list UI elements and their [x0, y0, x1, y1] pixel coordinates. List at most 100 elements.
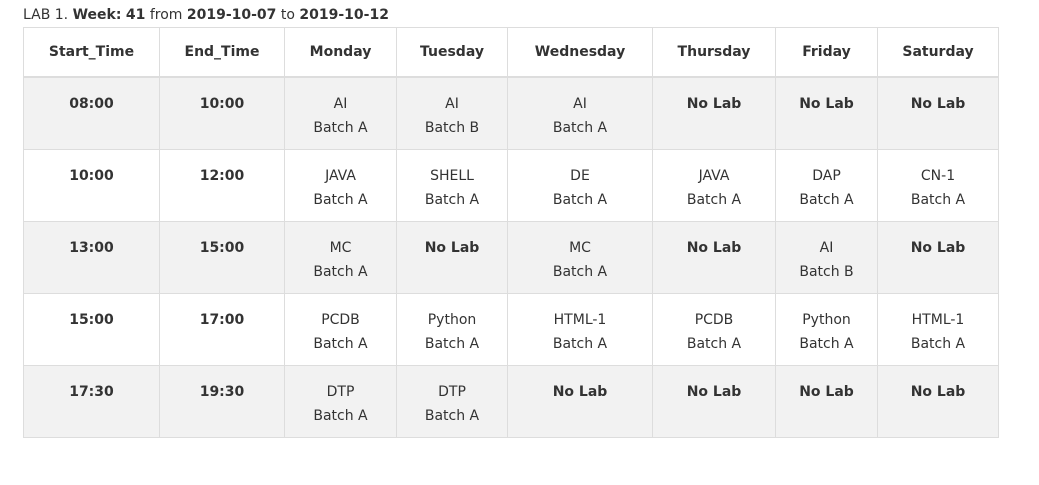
week-label: Week: — [72, 7, 122, 23]
column-header: Thursday — [652, 27, 776, 78]
schedule-cell: No Lab — [652, 220, 776, 294]
table-row: 17:30 19:30 DTP Batch A DTP Batch A No Lab No L… — [23, 364, 999, 438]
column-header: Friday — [775, 27, 878, 78]
schedule-cell: AI Batch A — [507, 76, 653, 150]
no-lab-label: No Lab — [910, 383, 966, 400]
end-time-cell: 15:00 — [159, 220, 285, 294]
schedule-cell: MC Batch A — [507, 220, 653, 294]
schedule-cell: DE Batch A — [507, 148, 653, 222]
column-header: Saturday — [877, 27, 999, 78]
column-header: End_Time — [159, 27, 285, 78]
schedule-cell: JAVA Batch A — [652, 148, 776, 222]
no-lab-label: No Lab — [424, 239, 480, 256]
subject-label: JAVA — [698, 167, 730, 184]
start-time-cell: 10:00 — [23, 148, 160, 222]
schedule-cell: AI Batch A — [284, 76, 397, 150]
subject-label: Python — [802, 311, 851, 328]
schedule-cell: DAP Batch A — [775, 148, 878, 222]
lab-label: LAB 1. — [23, 7, 69, 23]
subject-label: AI — [333, 96, 348, 112]
subject-label: AI — [573, 96, 587, 112]
no-lab-label: No Lab — [552, 383, 608, 400]
schedule-body: 08:00 10:00 AI Batch A AI Batch B AI Batch A No … — [23, 76, 999, 438]
schedule-caption: LAB 1. Week: 41 from 2019-10-07 to 2019-… — [23, 6, 389, 24]
start-time-cell: 15:00 — [23, 292, 160, 366]
from-word: from — [149, 7, 183, 23]
schedule-cell: AI Batch B — [775, 220, 878, 294]
schedule-cell: JAVA Batch A — [284, 148, 397, 222]
end-date: 2019-10-12 — [299, 7, 389, 23]
start-date: 2019-10-07 — [186, 7, 277, 23]
no-lab-label: No Lab — [686, 96, 742, 112]
to-word: to — [280, 7, 295, 23]
schedule-cell: PCDB Batch A — [652, 292, 776, 366]
header-row: Start_Time End_Time Monday Tuesday Wedne… — [23, 27, 999, 78]
no-lab-label: No Lab — [799, 96, 854, 112]
end-time-cell: 12:00 — [159, 148, 285, 222]
subject-label: Python — [427, 311, 477, 328]
batch-label: Batch A — [910, 191, 966, 208]
subject-label: MC — [329, 239, 352, 256]
schedule-cell: No Lab — [652, 76, 776, 150]
batch-label: Batch A — [313, 407, 368, 424]
start-time-cell: 13:00 — [23, 220, 160, 294]
schedule-cell: No Lab — [507, 364, 653, 438]
batch-label: Batch A — [313, 263, 368, 280]
batch-label: Batch A — [424, 335, 480, 352]
subject-label: CN-1 — [920, 167, 956, 184]
batch-label: Batch A — [910, 335, 966, 352]
batch-label: Batch A — [313, 335, 368, 352]
start-time-cell: 17:30 — [23, 364, 160, 438]
subject-label: AI — [445, 96, 459, 112]
subject-label: SHELL — [430, 167, 474, 184]
batch-label: Batch B — [799, 263, 854, 280]
end-time-cell: 19:30 — [159, 364, 285, 438]
schedule-cell: PCDB Batch A — [284, 292, 397, 366]
batch-label: Batch A — [552, 263, 608, 280]
column-header: Wednesday — [507, 27, 653, 78]
schedule-cell: DTP Batch A — [284, 364, 397, 438]
subject-label: DTP — [326, 383, 355, 400]
week-number: 41 — [125, 7, 146, 23]
subject-label: DAP — [812, 167, 841, 184]
schedule-cell: No Lab — [396, 220, 508, 294]
schedule-cell: No Lab — [877, 364, 999, 438]
subject-label: PCDB — [321, 311, 360, 328]
subject-label: HTML-1 — [911, 311, 965, 328]
schedule-cell: HTML-1 Batch A — [507, 292, 653, 366]
schedule-cell: No Lab — [877, 220, 999, 294]
schedule-cell: AI Batch B — [396, 76, 508, 150]
batch-label: Batch A — [552, 120, 608, 136]
subject-label: PCDB — [694, 311, 734, 328]
batch-label: Batch A — [799, 191, 854, 208]
schedule-cell: MC Batch A — [284, 220, 397, 294]
schedule-cell: HTML-1 Batch A — [877, 292, 999, 366]
schedule-cell: DTP Batch A — [396, 364, 508, 438]
table-row: 10:00 12:00 JAVA Batch A SHELL Batch A DE Batch… — [23, 148, 999, 222]
batch-label: Batch A — [552, 191, 608, 208]
schedule-cell: No Lab — [652, 364, 776, 438]
table-row: 08:00 10:00 AI Batch A AI Batch B AI Batch A No … — [23, 76, 999, 150]
schedule-cell: No Lab — [775, 364, 878, 438]
column-header: Start_Time — [23, 27, 160, 78]
end-time-cell: 17:00 — [159, 292, 285, 366]
subject-label: JAVA — [325, 167, 356, 184]
schedule-cell: SHELL Batch A — [396, 148, 508, 222]
schedule-cell: Python Batch A — [775, 292, 878, 366]
schedule-cell: No Lab — [775, 76, 878, 150]
batch-label: Batch B — [424, 120, 480, 136]
subject-label: AI — [819, 239, 834, 256]
schedule-cell: CN-1 Batch A — [877, 148, 999, 222]
table-row: 13:00 15:00 MC Batch A No Lab MC Batch A No Lab… — [23, 220, 999, 294]
end-time-cell: 10:00 — [159, 76, 285, 150]
batch-label: Batch A — [424, 407, 480, 424]
batch-label: Batch A — [799, 335, 854, 352]
start-time-cell: 08:00 — [23, 76, 160, 150]
batch-label: Batch A — [424, 191, 480, 208]
schedule-cell: No Lab — [877, 76, 999, 150]
batch-label: Batch A — [313, 191, 368, 208]
batch-label: Batch A — [686, 335, 742, 352]
no-lab-label: No Lab — [910, 96, 966, 112]
subject-label: DTP — [438, 383, 466, 400]
batch-label: Batch A — [552, 335, 608, 352]
